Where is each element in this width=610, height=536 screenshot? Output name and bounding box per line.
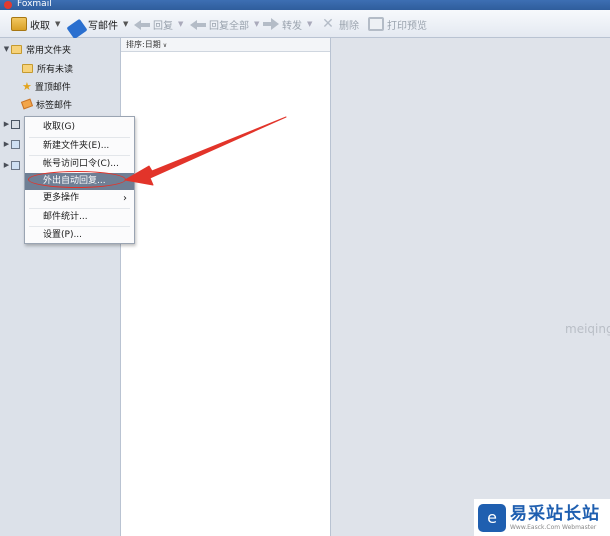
brand-url: Www.Easck.Com Webmaster	[510, 523, 597, 531]
brand-logo-icon: e	[478, 503, 506, 532]
annotation-arrow	[124, 116, 287, 186]
brand-name: 易采站长站	[510, 503, 600, 524]
brand-badge: e 易采站长站 Www.Easck.Com Webmaster	[474, 499, 610, 536]
